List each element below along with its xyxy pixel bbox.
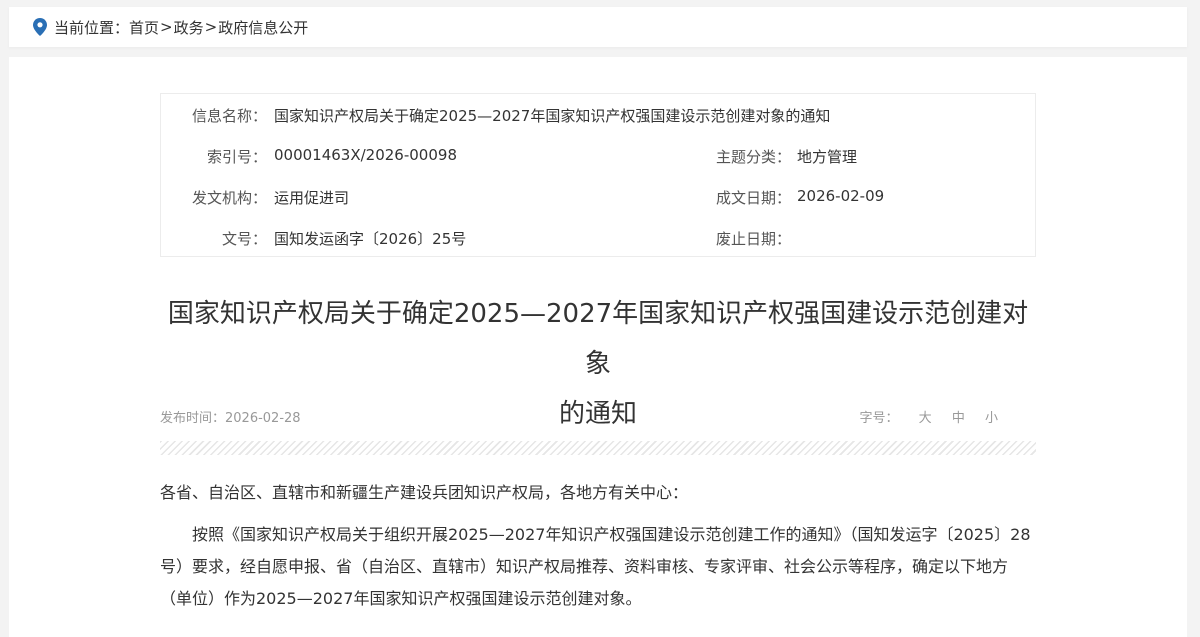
info-date-value: 2026-02-09 — [797, 187, 885, 205]
info-abolish-label: 废止日期： — [715, 230, 791, 248]
info-row-docno: 文号： 国知发运函字〔2026〕25号 废止日期： — [161, 228, 1035, 250]
breadcrumb-affairs-link[interactable]: 政务 — [174, 17, 204, 38]
info-docno-label: 文号： — [221, 230, 267, 248]
font-size-label: 字号： — [859, 411, 899, 426]
info-date-label: 成文日期： — [715, 189, 791, 207]
article-meta: 发布时间：2026-02-28 字号： 大 中 小 — [160, 407, 1036, 427]
location-pin-icon — [33, 18, 47, 36]
font-size-controls: 字号： 大 中 小 — [860, 407, 998, 426]
hatched-divider — [160, 441, 1036, 455]
publish-value: 2026-02-28 — [225, 411, 301, 426]
info-row-name: 信息名称： 国家知识产权局关于确定2025—2027年国家知识产权强国建设示范创… — [161, 105, 1035, 127]
breadcrumb: 当前位置： 首页 > 政务 > 政府信息公开 — [9, 7, 1187, 47]
breadcrumb-label: 当前位置： — [54, 18, 130, 37]
info-row-index: 索引号： 00001463X/2026-00098 主题分类： 地方管理 — [161, 146, 1035, 168]
publish-label: 发布时间： — [160, 411, 226, 426]
info-index-value: 00001463X/2026-00098 — [274, 146, 457, 164]
info-topic-label: 主题分类： — [715, 148, 791, 166]
font-size-small-button[interactable]: 小 — [985, 411, 998, 426]
publish-date: 发布时间：2026-02-28 — [160, 407, 301, 426]
title-line-1: 国家知识产权局关于确定2025—2027年国家知识产权强国建设示范创建对象 — [167, 299, 1029, 379]
paragraph: 按照《国家知识产权局关于组织开展2025—2027年知识产权强国建设示范创建工作… — [160, 525, 1031, 608]
info-topic-value: 地方管理 — [797, 148, 858, 166]
info-name-label: 信息名称： — [191, 107, 267, 125]
article-body: 各省、自治区、直辖市和新疆生产建设兵团知识产权局，各地方有关中心： 按照《国家知… — [160, 477, 1036, 615]
info-table: 信息名称： 国家知识产权局关于确定2025—2027年国家知识产权强国建设示范创… — [160, 93, 1036, 257]
breadcrumb-home-link[interactable]: 首页 — [129, 17, 159, 38]
info-org-value: 运用促进司 — [274, 189, 350, 207]
info-org-label: 发文机构： — [191, 189, 267, 207]
info-docno-value: 国知发运函字〔2026〕25号 — [274, 230, 467, 248]
salutation: 各省、自治区、直辖市和新疆生产建设兵团知识产权局，各地方有关中心： — [160, 483, 689, 502]
main-panel: 信息名称： 国家知识产权局关于确定2025—2027年国家知识产权强国建设示范创… — [9, 57, 1187, 637]
breadcrumb-separator: > — [160, 18, 173, 36]
info-index-label: 索引号： — [206, 148, 267, 166]
breadcrumb-separator: > — [204, 18, 218, 36]
font-size-medium-button[interactable]: 中 — [952, 411, 965, 426]
info-row-org: 发文机构： 运用促进司 成文日期： 2026-02-09 — [161, 187, 1035, 209]
font-size-large-button[interactable]: 大 — [919, 411, 932, 426]
breadcrumb-gov-info-link[interactable]: 政府信息公开 — [218, 17, 308, 38]
info-name-value: 国家知识产权局关于确定2025—2027年国家知识产权强国建设示范创建对象的通知 — [274, 107, 831, 125]
